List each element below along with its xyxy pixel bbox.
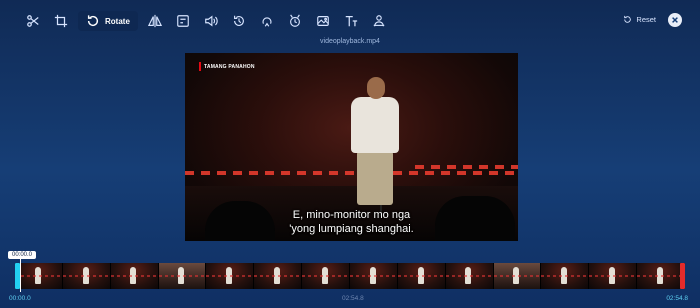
volume-button[interactable] <box>200 11 222 31</box>
trim-button[interactable] <box>22 11 44 31</box>
end-time: 02:54.8 <box>666 295 688 302</box>
flip-icon <box>147 14 162 28</box>
timeline-frame <box>541 263 590 289</box>
stage-lights <box>185 171 518 175</box>
timeline-frame <box>397 263 446 289</box>
network-label: TAMANG PANAHON <box>204 63 255 70</box>
performer-head <box>367 77 385 99</box>
subtitle: E, mino-monitor mo nga 'yong lumpiang sh… <box>185 208 518 236</box>
subtitle-line-2: 'yong lumpiang shanghai. <box>289 223 414 235</box>
scissors-icon <box>27 15 39 27</box>
video-preview[interactable]: TAMANG PANAHON E, mino-monitor mo nga 'y… <box>185 53 518 241</box>
performer-legs <box>357 151 393 205</box>
timeline-frame <box>637 263 685 289</box>
timeline-frame <box>589 263 638 289</box>
start-time: 00:00.0 <box>9 295 31 302</box>
trim-end-handle[interactable] <box>680 263 685 289</box>
rotate-icon <box>87 15 99 27</box>
text-button[interactable] <box>340 11 362 31</box>
reset-button[interactable]: Reset <box>623 15 656 24</box>
timeline-frame <box>445 263 494 289</box>
timeline-filmstrip[interactable] <box>15 263 685 289</box>
timeline-frame <box>206 263 255 289</box>
volume-icon <box>205 15 218 27</box>
person-button[interactable] <box>368 11 390 31</box>
timeline-frame <box>302 263 351 289</box>
current-time-badge: 00:00.0 <box>8 251 37 259</box>
rotate-label: Rotate <box>105 16 130 26</box>
editor-toolbar: Rotate <box>22 11 390 31</box>
timeline-frame <box>493 263 542 289</box>
close-icon <box>672 17 678 23</box>
image-button[interactable] <box>312 11 334 31</box>
timeline-frame <box>254 263 303 289</box>
file-name: videoplayback.mp4 <box>320 38 380 45</box>
timeline-frame <box>15 263 63 289</box>
playhead[interactable] <box>20 258 21 292</box>
crop-icon <box>54 14 68 28</box>
stage-lights-right <box>415 165 518 169</box>
reset-icon <box>624 15 632 23</box>
loop-icon <box>262 17 272 27</box>
flip-button[interactable] <box>144 11 166 31</box>
person-icon <box>373 15 385 27</box>
reset-label: Reset <box>636 15 656 24</box>
performer-body <box>351 97 399 153</box>
timeline-frame <box>158 263 207 289</box>
close-button[interactable] <box>668 13 682 27</box>
frame-icon <box>177 15 189 27</box>
filter-button[interactable] <box>284 11 306 31</box>
frame-button[interactable] <box>172 11 194 31</box>
image-icon <box>317 16 329 26</box>
loop-button[interactable] <box>256 11 278 31</box>
text-icon <box>345 16 358 27</box>
subtitle-line-1: E, mino-monitor mo nga <box>292 209 411 221</box>
network-mark <box>199 62 201 71</box>
duration-label: 02:54.8 <box>342 295 364 302</box>
timeline-frame <box>110 263 159 289</box>
rotate-button[interactable]: Rotate <box>78 11 138 31</box>
speed-button[interactable] <box>228 11 250 31</box>
timeline-frame <box>62 263 111 289</box>
network-logo: TAMANG PANAHON <box>199 62 255 71</box>
crop-button[interactable] <box>50 11 72 31</box>
filter-icon <box>289 14 300 27</box>
speed-icon <box>233 15 244 26</box>
timeline-frame <box>350 263 398 289</box>
